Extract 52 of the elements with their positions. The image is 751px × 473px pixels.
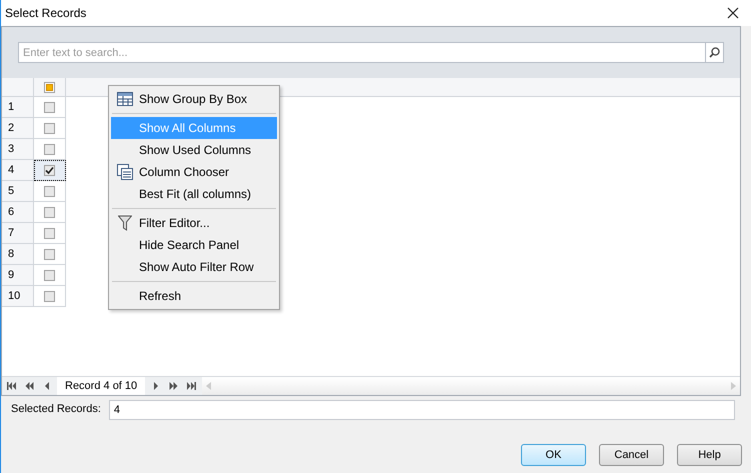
row-checkbox[interactable]: [44, 144, 55, 154]
menu-item[interactable]: Refresh: [111, 285, 277, 307]
row-number: 9: [8, 268, 14, 283]
horizontal-scrollbar[interactable]: [202, 377, 740, 395]
row-number: 8: [8, 246, 14, 262]
search-button[interactable]: [706, 42, 724, 63]
header-checkbox[interactable]: [44, 82, 55, 92]
row-checkbox[interactable]: [44, 206, 55, 218]
row-number: 3: [8, 142, 14, 157]
menu-item[interactable]: Filter Editor...: [111, 212, 277, 234]
first-record-icon[interactable]: [7, 382, 16, 390]
menu-item[interactable]: Show Auto Filter Row: [111, 256, 277, 278]
next-record-icon[interactable]: [151, 382, 160, 390]
funnel-icon: [118, 215, 132, 231]
table-icon: [117, 92, 133, 106]
row-number: 4: [8, 162, 14, 178]
last-record-icon[interactable]: [187, 382, 196, 390]
record-counter: Record 4 of 10: [57, 377, 146, 395]
menu-item[interactable]: Hide Search Panel: [111, 234, 277, 256]
row-number: 6: [8, 204, 14, 220]
selected-records-label: Selected Records:: [11, 402, 101, 418]
dialog-button[interactable]: Cancel: [599, 444, 664, 466]
row-number: 10: [8, 288, 20, 304]
row-checkbox[interactable]: [44, 122, 55, 134]
row-number: 1: [8, 100, 14, 115]
row-checkbox[interactable]: [44, 186, 55, 196]
row-number: 2: [8, 120, 14, 136]
row-checkbox[interactable]: [44, 248, 55, 260]
window-title: Select Records: [5, 5, 86, 22]
dialog-button[interactable]: Help: [677, 444, 742, 466]
row-checkbox[interactable]: [44, 290, 55, 302]
columns-icon: [117, 164, 133, 180]
menu-item[interactable]: Column Chooser: [111, 161, 277, 183]
previous-record-icon[interactable]: [43, 382, 52, 390]
search-icon: [709, 47, 720, 58]
menu-item[interactable]: Show Group By Box: [111, 88, 277, 110]
row-number: 7: [8, 226, 14, 241]
scroll-right-icon[interactable]: [731, 382, 736, 390]
dialog-button[interactable]: OK: [521, 444, 586, 466]
row-number: 5: [8, 184, 14, 199]
previous-page-icon[interactable]: [25, 382, 34, 390]
menu-item[interactable]: Best Fit (all columns): [111, 183, 277, 205]
next-page-icon[interactable]: [169, 382, 178, 390]
search-field[interactable]: Enter text to search...: [18, 42, 706, 63]
row-checkbox[interactable]: [44, 102, 55, 112]
close-icon[interactable]: [727, 7, 739, 19]
row-checkbox[interactable]: [44, 270, 55, 280]
scroll-left-icon[interactable]: [206, 382, 212, 390]
menu-item[interactable]: Show Used Columns: [111, 139, 277, 161]
row-checkbox[interactable]: [44, 164, 55, 176]
selected-records-field[interactable]: 4: [108, 400, 735, 420]
row-checkbox[interactable]: [44, 228, 55, 238]
